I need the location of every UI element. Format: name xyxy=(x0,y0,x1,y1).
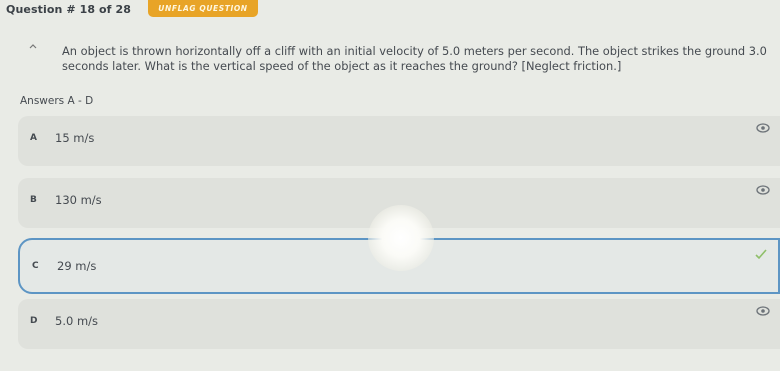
choice-letter: A xyxy=(30,133,37,143)
question-number: Question # 18 of 28 xyxy=(6,2,131,16)
choice-letter: C xyxy=(32,261,39,271)
choice-text: 29 m/s xyxy=(57,259,97,273)
chevron-up-icon[interactable] xyxy=(28,42,38,50)
answers-label: Answers A - D xyxy=(20,95,94,107)
question-header: Question # 18 of 28 xyxy=(6,0,131,18)
screen-glare xyxy=(368,205,434,271)
unflag-question-button[interactable]: UNFLAG QUESTION xyxy=(148,0,258,17)
choice-d[interactable]: D 5.0 m/s xyxy=(18,299,780,349)
choice-text: 130 m/s xyxy=(55,193,102,207)
question-text: An object is thrown horizontally off a c… xyxy=(62,44,767,73)
choice-a[interactable]: A 15 m/s xyxy=(18,116,780,166)
check-icon xyxy=(755,249,767,260)
eye-icon[interactable] xyxy=(756,184,770,196)
choice-letter: B xyxy=(30,195,37,205)
choice-text: 5.0 m/s xyxy=(55,314,99,328)
eye-icon[interactable] xyxy=(756,122,770,134)
eye-icon[interactable] xyxy=(756,305,770,317)
choice-text: 15 m/s xyxy=(55,131,95,145)
choice-letter: D xyxy=(30,316,38,326)
